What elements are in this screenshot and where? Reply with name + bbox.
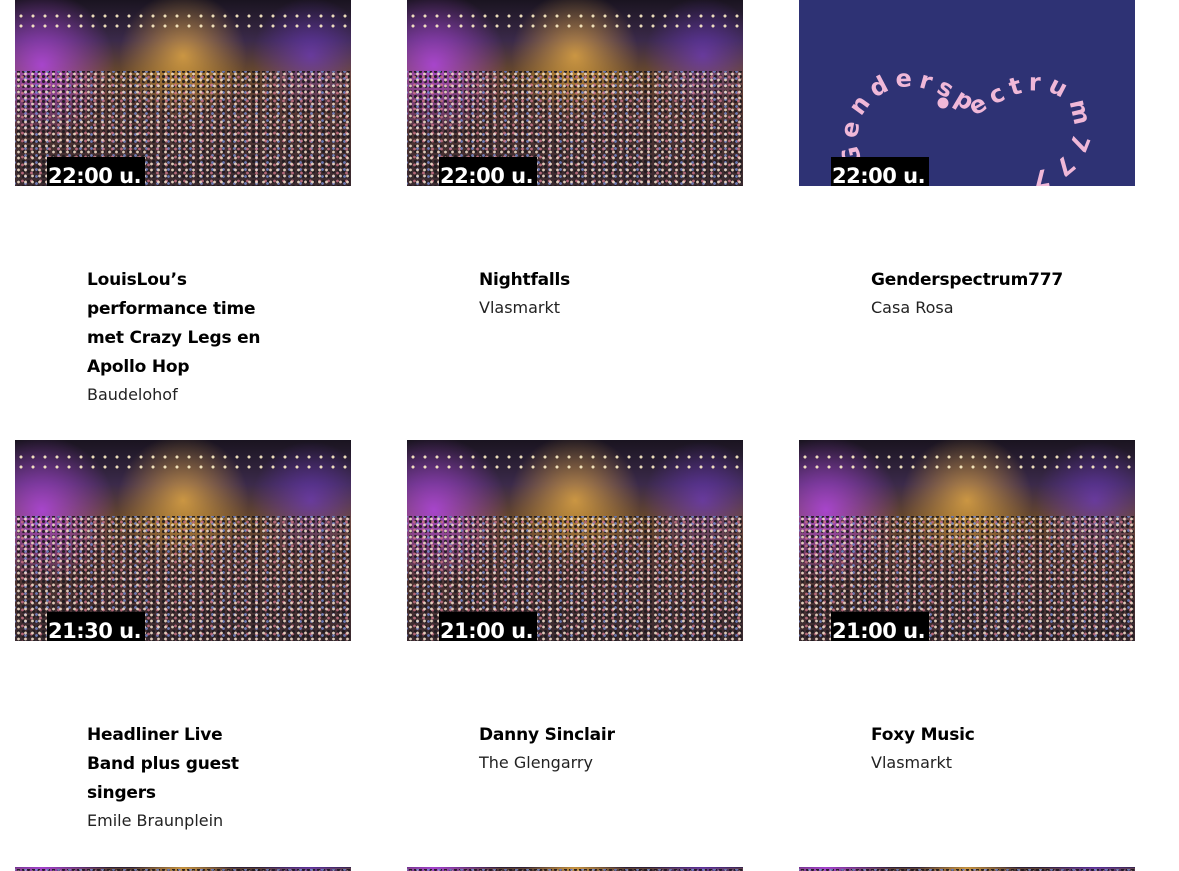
crowd-photo-image — [15, 440, 351, 641]
event-grid: 22:00 u. LouisLou’s performance time met… — [0, 0, 1179, 871]
crowd-photo-image — [799, 867, 1135, 871]
event-title[interactable]: Genderspectrum777 — [871, 266, 1063, 295]
event-card-partial[interactable] — [15, 867, 351, 871]
event-info: Foxy Music Vlasmarkt — [871, 721, 1061, 776]
event-thumbnail[interactable] — [407, 867, 743, 871]
event-time-badge: 21:00 u. — [831, 612, 930, 641]
crowd-photo-image — [407, 440, 743, 641]
event-title[interactable]: LouisLou’s performance time met Crazy Le… — [87, 266, 277, 382]
event-card[interactable]: 21:00 u. — [799, 440, 1135, 641]
event-thumbnail[interactable]: Genderspectrum777 22:00 u. — [799, 0, 1135, 186]
event-thumbnail[interactable]: 21:30 u. — [15, 440, 351, 641]
event-time-badge: 21:30 u. — [47, 612, 146, 641]
event-thumbnail[interactable]: 21:00 u. — [799, 440, 1135, 641]
event-info: Headliner Live Band plus guest singers E… — [87, 721, 277, 834]
event-info: Danny Sinclair The Glengarry — [479, 721, 669, 776]
event-time-badge: 22:00 u. — [831, 157, 930, 186]
event-card-partial[interactable] — [407, 867, 743, 871]
event-title[interactable]: Nightfalls — [479, 266, 669, 295]
event-venue: Vlasmarkt — [479, 298, 561, 317]
event-title[interactable]: Foxy Music — [871, 721, 1061, 750]
event-card[interactable]: 21:00 u. — [407, 440, 743, 641]
event-card[interactable]: 22:00 u. — [15, 0, 351, 186]
event-card-partial[interactable] — [799, 867, 1135, 871]
event-time-badge: 21:00 u. — [439, 612, 538, 641]
event-info: LouisLou’s performance time met Crazy Le… — [87, 266, 277, 408]
event-title[interactable]: Danny Sinclair — [479, 721, 669, 750]
event-venue: Casa Rosa — [871, 298, 954, 317]
crowd-photo-image — [407, 867, 743, 871]
crowd-photo-image — [15, 867, 351, 871]
event-thumbnail[interactable]: 22:00 u. — [407, 0, 743, 186]
event-time-badge: 22:00 u. — [439, 157, 538, 186]
event-thumbnail[interactable] — [15, 867, 351, 871]
event-venue: The Glengarry — [479, 753, 593, 772]
event-info: Genderspectrum777 Casa Rosa — [871, 266, 1063, 321]
event-title[interactable]: Headliner Live Band plus guest singers — [87, 721, 277, 808]
event-info: Nightfalls Vlasmarkt — [479, 266, 669, 321]
event-time-badge: 22:00 u. — [47, 157, 146, 186]
event-thumbnail[interactable]: 21:00 u. — [407, 440, 743, 641]
event-thumbnail[interactable] — [799, 867, 1135, 871]
event-card[interactable]: Genderspectrum777 22:00 u. — [799, 0, 1135, 186]
event-venue: Emile Braunplein — [87, 811, 224, 830]
event-venue: Baudelohof — [87, 385, 178, 404]
event-card[interactable]: 21:30 u. — [15, 440, 351, 641]
crowd-photo-image — [799, 440, 1135, 641]
event-card[interactable]: 22:00 u. — [407, 0, 743, 186]
event-venue: Vlasmarkt — [871, 753, 953, 772]
event-thumbnail[interactable]: 22:00 u. — [15, 0, 351, 186]
